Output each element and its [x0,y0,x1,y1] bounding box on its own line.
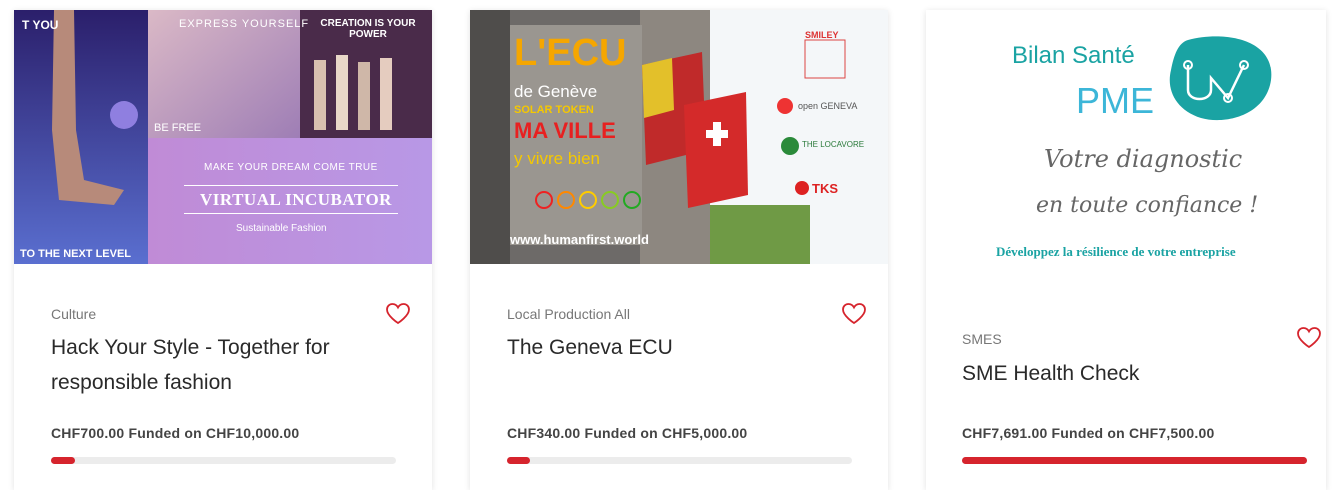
image-text: TO THE NEXT LEVEL [20,248,132,260]
image-text: www.humanfirst.world [510,232,649,247]
project-card[interactable]: Bilan Santé PME Votre diagnostic en tout… [926,10,1326,490]
project-title[interactable]: SME Health Check [962,356,1302,391]
progress-bar [507,457,852,464]
project-image[interactable]: Bilan Santé PME Votre diagnostic en tout… [926,10,1326,264]
image-text: EXPRESS YOURSELF [179,18,310,30]
image-text: VIRTUAL INCUBATOR [200,190,392,209]
image-text: Développez la résilience de votre entrep… [996,244,1236,259]
logo-text: TKS [812,181,838,196]
project-card[interactable]: L'ECU de Genève SOLAR TOKEN MA VILLE y v… [470,10,888,490]
image-text: L'ECU [514,32,627,74]
image-text: Sustainable Fashion [236,223,327,234]
project-title[interactable]: Hack Your Style - Together for responsib… [51,330,411,400]
funding-status: CHF340.00 Funded on CHF5,000.00 [507,425,748,441]
image-text: de Genève [514,82,598,101]
image-text: MA VILLE [514,118,616,143]
category-label: SMES [962,331,1002,347]
project-image[interactable]: L'ECU de Genève SOLAR TOKEN MA VILLE y v… [470,10,888,264]
image-text: BE FREE [154,122,202,134]
favorite-heart-icon[interactable] [385,302,411,326]
image-text: SOLAR TOKEN [514,104,594,116]
image-text: y vivre bien [514,149,600,168]
image-text: Votre diagnostic [1044,145,1243,173]
image-text: MAKE YOUR DREAM COME TRUE [204,162,378,173]
logo-text: open GENEVA [798,101,858,111]
funding-status: CHF700.00 Funded on CHF10,000.00 [51,425,300,441]
progress-fill [962,457,1307,464]
logo-text: THE LOCAVORE [802,140,865,149]
funding-status: CHF7,691.00 Funded on CHF7,500.00 [962,425,1215,441]
logo-text: SMILEY [805,30,839,40]
progress-fill [507,457,531,464]
project-image[interactable]: T YOU EXPRESS YOURSELF CREATION IS YOUR … [14,10,432,264]
favorite-heart-icon[interactable] [841,302,867,326]
image-text: en toute confiance ! [1036,193,1259,218]
progress-bar [51,457,396,464]
category-label: Culture [51,306,97,322]
image-text: Bilan Santé [1012,42,1135,69]
image-text: PME [1076,80,1155,121]
progress-bar [962,457,1307,464]
category-label: Local Production All [507,306,630,322]
project-card[interactable]: T YOU EXPRESS YOURSELF CREATION IS YOUR … [14,10,432,490]
project-title[interactable]: The Geneva ECU [507,330,867,365]
favorite-heart-icon[interactable] [1296,326,1322,350]
image-text: CREATION IS YOUR POWER [320,18,416,40]
image-text: T YOU [22,18,59,32]
progress-fill [51,457,76,464]
